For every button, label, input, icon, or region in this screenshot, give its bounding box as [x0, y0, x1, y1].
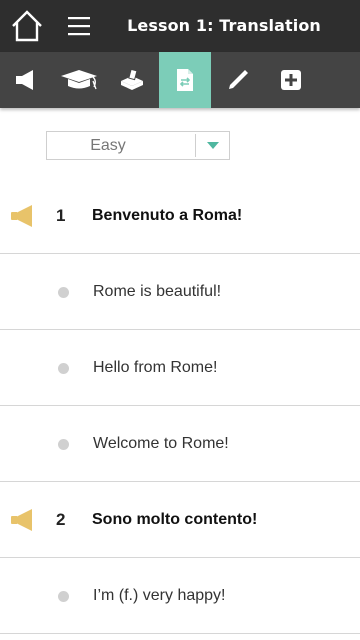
pencil-icon	[229, 70, 248, 89]
difficulty-dropdown-button[interactable]	[196, 132, 230, 159]
menu-button[interactable]	[66, 14, 92, 38]
answer-option-label: Welcome to Rome!	[93, 435, 229, 452]
home-button[interactable]	[10, 9, 44, 43]
page-title: Lesson 1: Translation	[127, 16, 321, 35]
vote-box-icon	[121, 68, 143, 90]
answer-option[interactable]: I’m (f.) very happy!	[0, 558, 360, 634]
answer-option[interactable]: Hello from Rome!	[0, 330, 360, 406]
speaker-icon	[11, 509, 32, 531]
radio-icon[interactable]	[58, 287, 69, 298]
phrase-text: Benvenuto a Roma!	[92, 207, 243, 224]
plus-square-icon	[281, 70, 301, 90]
radio-icon[interactable]	[58, 363, 69, 374]
tool-vote[interactable]	[106, 52, 158, 108]
answer-option-label: Hello from Rome!	[93, 359, 218, 376]
megaphone-icon	[16, 70, 33, 90]
app-header: Lesson 1: Translation	[0, 0, 360, 52]
hamburger-menu-icon	[68, 17, 90, 36]
answer-option[interactable]: Rome is beautiful!	[0, 254, 360, 330]
toolbar	[0, 52, 360, 108]
tool-lessons[interactable]	[53, 52, 105, 108]
tool-translation[interactable]	[159, 52, 211, 108]
radio-icon[interactable]	[58, 439, 69, 450]
answer-option-label: Rome is beautiful!	[93, 283, 222, 300]
radio-icon[interactable]	[58, 591, 69, 602]
phrase-number: 1	[56, 206, 66, 225]
play-audio-button[interactable]	[10, 204, 36, 228]
play-audio-button[interactable]	[10, 508, 36, 532]
home-icon	[12, 10, 42, 42]
speaker-icon	[11, 205, 32, 227]
answer-option[interactable]: Welcome to Rome!	[0, 406, 360, 482]
difficulty-value: Easy	[90, 137, 126, 154]
phrase-number: 2	[56, 510, 66, 529]
phrase-text: Sono molto contento!	[92, 511, 258, 528]
translation-document-icon	[177, 69, 193, 91]
tool-announcements[interactable]	[0, 52, 52, 108]
answer-option-label: I’m (f.) very happy!	[93, 587, 226, 604]
graduation-cap-icon	[61, 70, 97, 90]
phrase-row-1: 1 Benvenuto a Roma!	[0, 178, 360, 254]
phrase-row-2: 2 Sono molto contento!	[0, 482, 360, 558]
chevron-down-icon	[207, 141, 219, 149]
tool-add[interactable]	[265, 52, 317, 108]
tool-write[interactable]	[212, 52, 264, 108]
difficulty-select[interactable]: Easy	[46, 131, 230, 160]
